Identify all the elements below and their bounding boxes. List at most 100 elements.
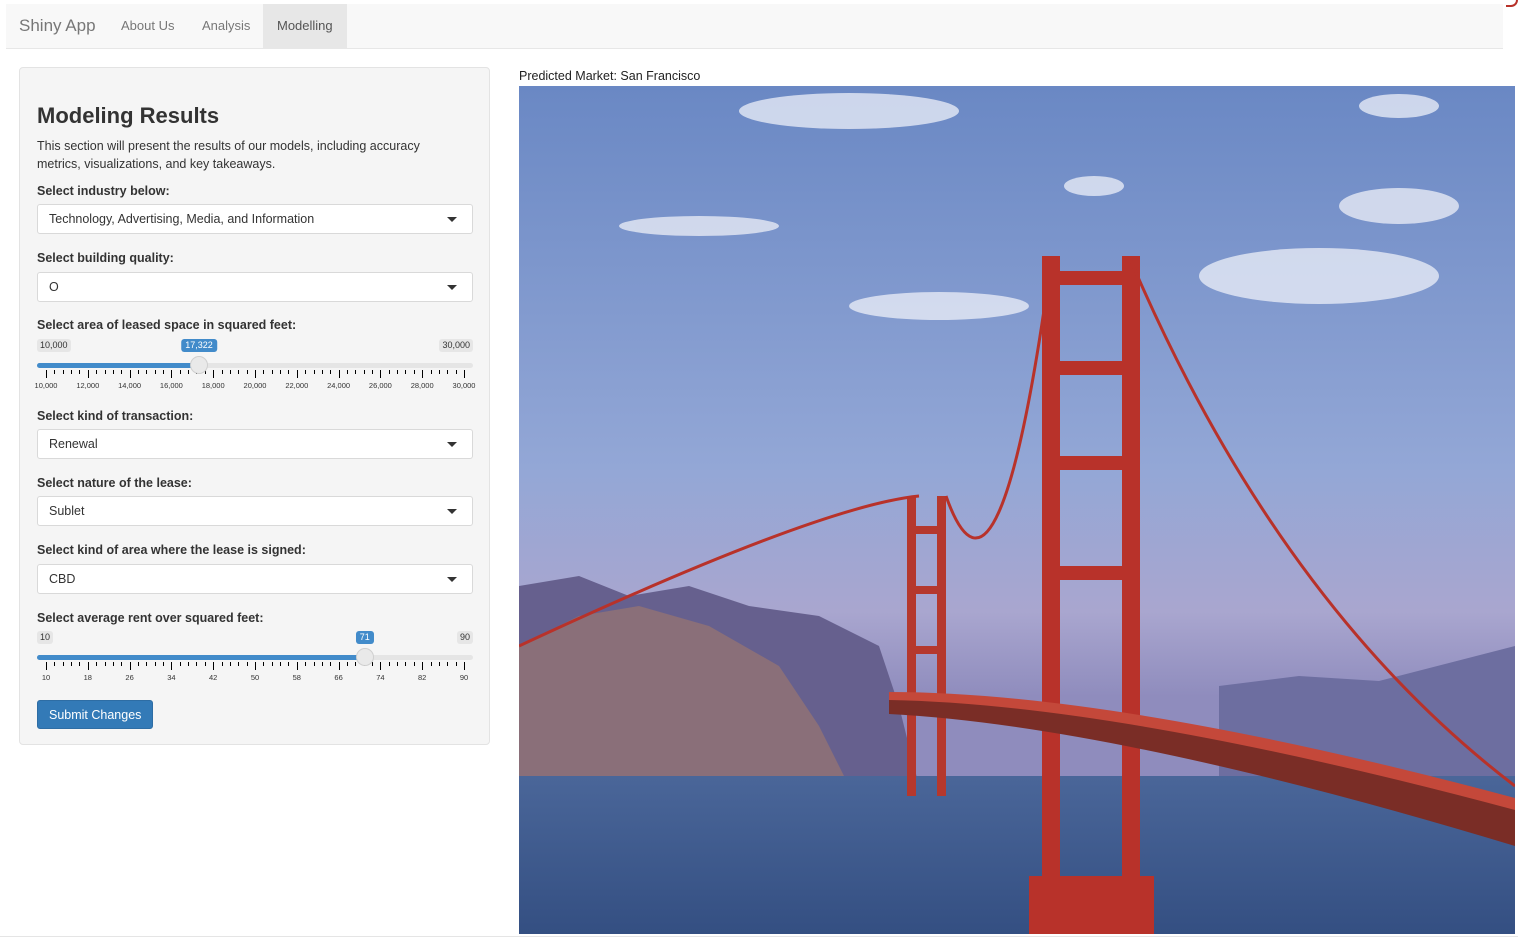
slider-max-label: 30,000 bbox=[439, 339, 473, 352]
slider-tick-major bbox=[296, 662, 298, 670]
slider-tick-minor bbox=[447, 662, 449, 666]
area-kind-label: Select kind of area where the lease is s… bbox=[37, 543, 306, 557]
slider-tick-minor bbox=[121, 370, 123, 374]
tab-about-us[interactable]: About Us bbox=[107, 4, 188, 48]
slider-tick-minor bbox=[221, 370, 223, 374]
slider-tick-label: 82 bbox=[418, 673, 427, 682]
slider-tick-minor bbox=[413, 370, 415, 374]
slider-tick-minor bbox=[137, 662, 139, 666]
area-slider[interactable]: 10,000 30,000 17,322 10,000 12,000 14,000 1… bbox=[35, 339, 476, 399]
slider-tick-minor bbox=[455, 370, 457, 374]
slider-tick-minor bbox=[405, 662, 407, 666]
slider-tick-major bbox=[422, 370, 424, 378]
submit-changes-button[interactable]: Submit Changes bbox=[37, 700, 154, 729]
slider-tick-minor bbox=[397, 662, 399, 666]
slider-tick-minor bbox=[146, 370, 148, 374]
slider-tick-minor bbox=[238, 370, 240, 374]
tab-modelling[interactable]: Modelling bbox=[263, 4, 347, 48]
slider-tick-minor bbox=[271, 370, 273, 374]
slider-tick-label: 90 bbox=[459, 673, 469, 682]
sidebar-panel: Modeling Results This section will prese… bbox=[19, 67, 490, 745]
slider-tick-minor bbox=[330, 662, 332, 666]
slider-min-label: 10 bbox=[37, 631, 54, 644]
slider-tick-minor bbox=[372, 370, 374, 374]
slider-track-fill bbox=[37, 363, 200, 368]
slider-tick-minor bbox=[112, 662, 114, 666]
rent-label: Select average rent over squared feet: bbox=[37, 611, 264, 625]
slider-tick-minor bbox=[179, 370, 181, 374]
slider-tick-minor bbox=[405, 370, 407, 374]
rent-slider[interactable]: 10 90 71 10 18 26 34 42 50 58 66 74 82 90 bbox=[37, 631, 473, 691]
slider-tick-minor bbox=[388, 662, 390, 666]
chevron-down-icon bbox=[447, 577, 457, 582]
slider-tick-minor bbox=[397, 370, 399, 374]
slider-tick-minor bbox=[330, 370, 332, 374]
quality-select[interactable]: O bbox=[37, 272, 473, 302]
slider-tick-label: 20,000 bbox=[243, 381, 267, 390]
slider-tick-minor bbox=[280, 662, 282, 666]
slider-tick-minor bbox=[363, 370, 365, 374]
lease-nature-value: Sublet bbox=[49, 504, 85, 518]
slider-tick-minor bbox=[154, 662, 156, 666]
navbar: Shiny App About Us Analysis Modelling bbox=[6, 4, 1503, 49]
panel-description: This section will present the results of… bbox=[37, 139, 420, 171]
transaction-select[interactable]: Renewal bbox=[37, 429, 473, 459]
slider-tick-minor bbox=[438, 370, 440, 374]
slider-tick-minor bbox=[179, 662, 181, 666]
slider-tick-minor bbox=[137, 370, 139, 374]
slider-tick-minor bbox=[288, 370, 290, 374]
chevron-down-icon bbox=[447, 442, 457, 447]
corner-mark bbox=[1506, 0, 1518, 7]
slider-tick-minor bbox=[188, 662, 190, 666]
slider-tick-minor bbox=[221, 662, 223, 666]
slider-tick-major bbox=[464, 662, 465, 670]
slider-tick-major bbox=[46, 370, 47, 378]
industry-select[interactable]: Technology, Advertising, Media, and Info… bbox=[37, 204, 473, 234]
chevron-down-icon bbox=[447, 285, 457, 290]
lease-nature-select[interactable]: Sublet bbox=[37, 496, 473, 526]
slider-tick-label: 24,000 bbox=[327, 381, 351, 390]
app-brand[interactable]: Shiny App bbox=[19, 16, 96, 36]
slider-tick-major bbox=[171, 662, 173, 670]
slider-tick-minor bbox=[71, 662, 73, 666]
slider-tick-minor bbox=[430, 662, 432, 666]
slider-tick-major bbox=[296, 370, 298, 378]
lease-nature-label: Select nature of the lease: bbox=[37, 476, 192, 490]
slider-tick-minor bbox=[372, 662, 374, 666]
slider-tick-label: 26,000 bbox=[368, 381, 392, 390]
slider-tick-minor bbox=[96, 370, 98, 374]
slider-handle[interactable] bbox=[190, 356, 209, 374]
slider-tick-minor bbox=[321, 370, 323, 374]
slider-tick-major bbox=[338, 370, 340, 378]
slider-tick-minor bbox=[346, 662, 348, 666]
golden-gate-bridge-image bbox=[519, 86, 1515, 934]
slider-value-label: 17,322 bbox=[181, 339, 217, 352]
slider-tick-minor bbox=[71, 370, 73, 374]
tab-analysis[interactable]: Analysis bbox=[188, 4, 264, 48]
slider-tick-major bbox=[87, 370, 89, 378]
slider-tick-minor bbox=[62, 662, 64, 666]
slider-tick-minor bbox=[447, 370, 449, 374]
slider-tick-label: 58 bbox=[292, 673, 301, 682]
slider-tick-major bbox=[338, 662, 340, 670]
slider-tick-minor bbox=[79, 662, 81, 666]
slider-tick-minor bbox=[54, 370, 56, 374]
slider-tick-minor bbox=[305, 370, 307, 374]
slider-tick-label: 30,000 bbox=[452, 381, 476, 390]
industry-value: Technology, Advertising, Media, and Info… bbox=[49, 212, 315, 226]
slider-tick-major bbox=[87, 662, 89, 670]
slider-track-fill bbox=[37, 655, 365, 660]
area-kind-select[interactable]: CBD bbox=[37, 564, 473, 594]
slider-tick-label: 14,000 bbox=[118, 381, 142, 390]
slider-tick-label: 18 bbox=[83, 673, 92, 682]
slider-tick-major bbox=[46, 662, 47, 670]
slider-tick-label: 74 bbox=[376, 673, 385, 682]
slider-tick-minor bbox=[388, 370, 390, 374]
slider-tick-minor bbox=[79, 370, 81, 374]
slider-tick-major bbox=[129, 370, 131, 378]
slider-tick-minor bbox=[246, 370, 248, 374]
slider-tick-major bbox=[380, 662, 382, 670]
slider-tick-major bbox=[255, 662, 256, 670]
slider-handle[interactable] bbox=[355, 648, 374, 666]
slider-tick-label: 28,000 bbox=[410, 381, 434, 390]
